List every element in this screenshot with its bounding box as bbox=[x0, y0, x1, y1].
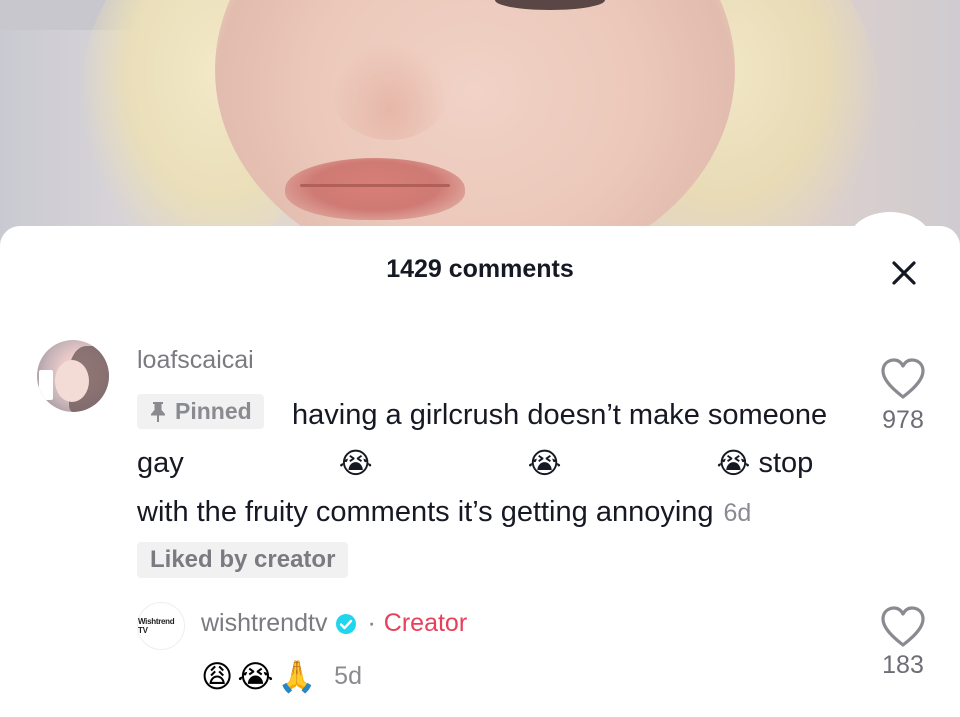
avatar-card bbox=[39, 370, 53, 400]
avatar-face bbox=[55, 360, 89, 402]
video-background[interactable] bbox=[0, 0, 960, 240]
lip-line bbox=[300, 184, 450, 187]
commenter-username[interactable]: loafscaicai bbox=[137, 346, 254, 375]
reply-header: wishtrendtv · Creator bbox=[201, 609, 467, 638]
comments-count-title: 1429 comments bbox=[386, 255, 574, 283]
reply-time: 5d bbox=[334, 662, 362, 690]
reply-like-button[interactable] bbox=[878, 604, 928, 649]
close-icon bbox=[892, 261, 916, 285]
commenter-avatar[interactable] bbox=[37, 340, 109, 412]
verified-badge-icon bbox=[336, 613, 357, 634]
crying-emoji: 😭 bbox=[527, 448, 562, 481]
like-button[interactable] bbox=[878, 356, 928, 401]
reply-avatar-logo: Wishtrend TV bbox=[138, 617, 175, 635]
comment-time: 6d bbox=[723, 499, 752, 528]
praying-hands-emoji: 🙏 bbox=[277, 659, 317, 694]
like-count: 978 bbox=[882, 406, 924, 434]
weary-emoji: 😩 bbox=[201, 658, 234, 694]
creator-label: Creator bbox=[383, 609, 468, 637]
separator-dot: · bbox=[367, 609, 376, 637]
crying-emoji: 😭 bbox=[237, 658, 274, 694]
comment-text: having a girlcrush doesn’t make someone … bbox=[137, 391, 837, 537]
close-button[interactable] bbox=[884, 253, 924, 293]
lips bbox=[285, 158, 465, 220]
nose bbox=[330, 40, 450, 140]
crying-emoji: 😭 bbox=[716, 448, 751, 481]
reply-like-count: 183 bbox=[882, 651, 924, 679]
reply-text: 😩 😭 🙏 5d bbox=[201, 658, 362, 695]
comments-sheet: 1429 comments loafscaicai Pinned having … bbox=[0, 226, 960, 717]
heart-icon bbox=[881, 358, 925, 399]
reply-avatar[interactable]: Wishtrend TV bbox=[137, 602, 185, 650]
liked-by-creator-badge: Liked by creator bbox=[137, 542, 349, 578]
heart-icon bbox=[881, 606, 925, 647]
reply-username[interactable]: wishtrendtv bbox=[201, 609, 327, 638]
crying-emoji: 😭 bbox=[338, 448, 373, 481]
